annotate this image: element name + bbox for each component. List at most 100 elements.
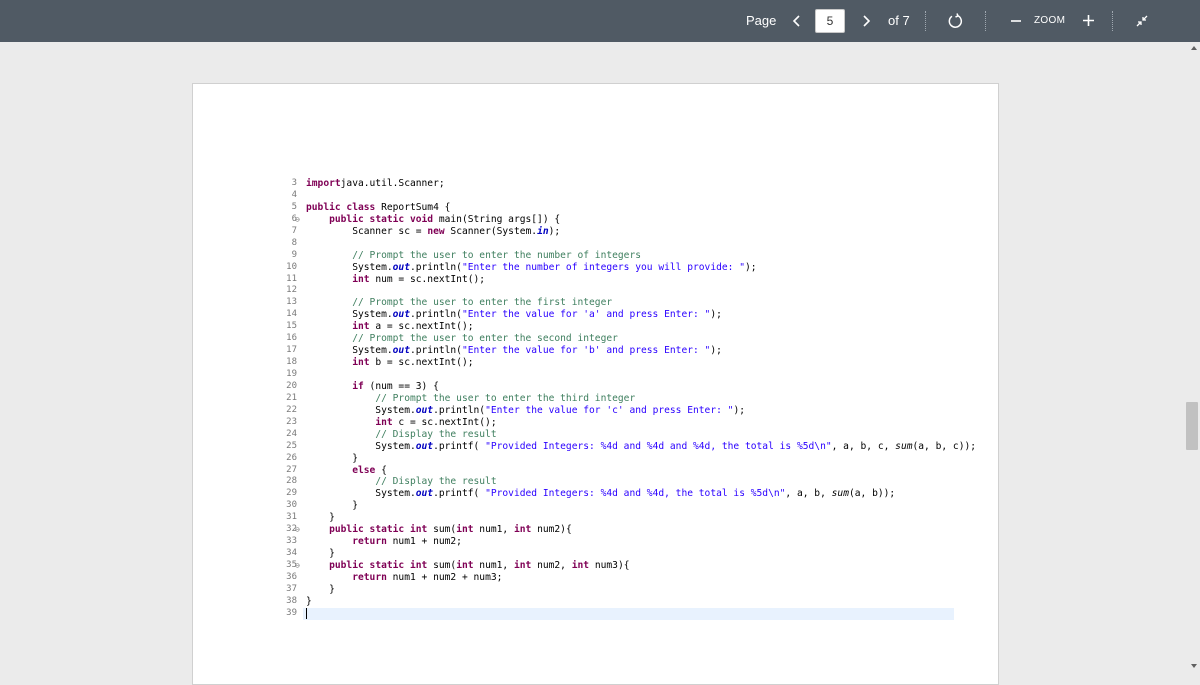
code-token: "Enter the number of integers you will p… <box>461 261 745 273</box>
code-text: int c = sc.nextInt(); <box>306 416 497 429</box>
page-number-input[interactable] <box>815 9 845 33</box>
code-token: out <box>415 440 434 452</box>
code-token: int <box>513 524 532 536</box>
exit-fullscreen-button[interactable] <box>1133 0 1151 42</box>
code-token: c = sc.nextInt(); <box>392 416 497 428</box>
code-text: int b = sc.nextInt(); <box>306 357 474 369</box>
code-token: (a, b)); <box>848 488 896 500</box>
total-pages-label: of 7 <box>888 13 910 28</box>
minus-icon <box>1011 19 1021 22</box>
code-token: return <box>352 536 387 548</box>
current-line-highlight <box>303 607 954 620</box>
fold-marker-icon: ⊖ <box>295 525 300 535</box>
code-token: "Enter the value for 'c' and press Enter… <box>485 404 734 416</box>
code-text: System.out.println("Enter the value for … <box>306 309 722 321</box>
code-token: (num == 3) { <box>363 380 439 392</box>
line-number: 4 <box>291 189 297 200</box>
code-token: public static int <box>329 524 428 536</box>
previous-page-button[interactable] <box>788 0 804 42</box>
code-token: out <box>392 261 410 273</box>
code-token: (a, b, c)); <box>912 440 977 452</box>
code-token: ReportSum4 { <box>375 201 451 213</box>
code-text: } <box>306 512 335 524</box>
zoom-in-button[interactable] <box>1079 0 1097 42</box>
code-token: int <box>352 321 370 333</box>
line-number: 14 <box>286 309 297 320</box>
toolbar-divider <box>985 11 986 31</box>
line-number: 34 <box>286 548 297 559</box>
code-text: // Display the result <box>306 476 496 488</box>
line-number: 38 <box>286 595 297 606</box>
line-number: 9 <box>291 249 297 260</box>
code-token: System. <box>306 261 393 273</box>
chevron-left-icon <box>792 15 800 27</box>
code-token: , a, b, c, <box>831 440 896 452</box>
line-number: 23 <box>286 416 297 427</box>
next-page-button[interactable] <box>859 0 875 42</box>
code-token: sum( <box>427 524 457 536</box>
line-number: 19 <box>286 369 297 379</box>
code-token: } <box>306 548 335 560</box>
code-token: main(String <box>433 213 509 225</box>
code-text: } <box>306 584 335 596</box>
fold-marker-icon: ⊖ <box>295 561 300 570</box>
line-number: 28 <box>286 476 297 487</box>
scrollbar-thumb[interactable] <box>1186 402 1198 450</box>
code-token: int <box>456 560 474 571</box>
code-token: System. <box>306 440 416 452</box>
line-number: 22 <box>286 404 297 415</box>
code-token: num2){ <box>531 524 572 536</box>
code-text: } <box>306 453 358 465</box>
code-token: out <box>392 309 410 321</box>
code-token: []) { <box>531 213 561 225</box>
code-token: public class <box>306 201 376 213</box>
code-token: } <box>306 500 358 512</box>
line-number: 30 <box>286 500 297 511</box>
scroll-up-arrow[interactable] <box>1191 46 1197 50</box>
code-token: b = sc.nextInt(); <box>369 357 474 369</box>
line-number: 37 <box>286 583 297 594</box>
code-text: // Prompt the user to enter the second i… <box>306 333 618 345</box>
chevron-right-icon <box>863 15 871 27</box>
code-text: else { <box>306 465 387 477</box>
code-token: num1 + num2; <box>386 536 462 548</box>
line-number: 25 <box>286 440 297 451</box>
code-text: // Prompt the user to enter the number o… <box>306 250 641 262</box>
code-text: public static void main(String args[]) { <box>306 214 560 226</box>
scroll-down-arrow[interactable] <box>1191 664 1197 668</box>
line-number: 5 <box>291 201 297 212</box>
code-token: ); <box>710 345 722 357</box>
line-number: 27 <box>286 464 297 475</box>
code-text: importjava.util.Scanner; <box>306 178 445 190</box>
code-token: // Prompt the user to enter the second i… <box>352 333 618 345</box>
rotate-icon <box>948 12 963 28</box>
code-token: ); <box>548 225 561 237</box>
code-token: a = sc.nextInt(); <box>369 321 474 333</box>
line-number: 21 <box>286 392 297 403</box>
zoom-out-button[interactable] <box>1008 0 1024 42</box>
code-token: sc <box>398 225 410 237</box>
code-token: "Provided Integers: %4d and %4d, the tot… <box>485 488 786 500</box>
code-token: System. <box>306 404 416 416</box>
code-text: // Display the result <box>306 429 496 441</box>
code-token: num2, <box>531 560 572 571</box>
line-number: 8 <box>291 237 297 248</box>
code-text: Scanner sc = new Scanner(System.in); <box>306 226 560 238</box>
code-token: Scanner <box>306 225 399 237</box>
line-number: 13 <box>286 297 297 308</box>
code-text: int num = sc.nextInt(); <box>306 274 485 286</box>
line-number: 12 <box>286 285 297 296</box>
code-text: System.out.printf( "Provided Integers: %… <box>306 441 976 453</box>
code-token: // Prompt the user to enter the number o… <box>352 249 642 261</box>
rotate-button[interactable] <box>945 0 965 42</box>
code-token: args <box>508 213 532 225</box>
code-token: int <box>352 357 370 369</box>
code-text: if (num == 3) { <box>306 381 439 393</box>
code-token: } <box>306 452 358 464</box>
code-token: public static int <box>329 560 428 571</box>
